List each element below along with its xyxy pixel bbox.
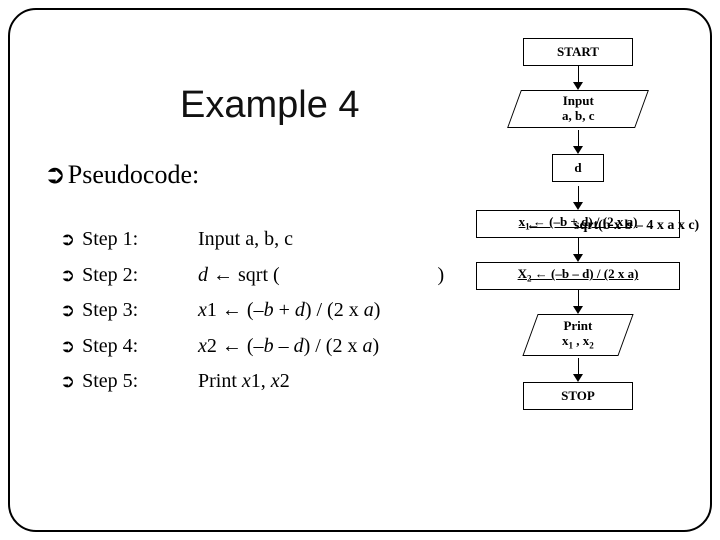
list-item: ➲ Step 5: Print x1, x2 <box>60 364 444 400</box>
bullet-icon: ➲ <box>60 330 75 362</box>
step-body: Input a, b, c <box>198 222 293 258</box>
flow-stop-text: STOP <box>561 389 595 404</box>
steps-list: ➲ Step 1: Input a, b, c ➲ Step 2: d ← sq… <box>60 222 444 400</box>
arrow-icon <box>458 290 698 314</box>
bullet-icon: ➲ <box>60 223 75 255</box>
pseudocode-heading: ➲Pseudocode: <box>44 160 199 190</box>
list-item: ➲ Step 2: d ← sqrt ( b×b−4×a×c ) <box>60 258 444 294</box>
flow-d-box: d <box>552 154 604 182</box>
step-label: Step 4: <box>82 335 138 357</box>
bullet-icon: ➲ <box>60 259 75 291</box>
flow-stop: STOP <box>523 382 633 410</box>
flow-print-l1: Print <box>564 318 593 333</box>
list-item: ➲ Step 4: x2 ← (–b – d) / (2 x a) <box>60 329 444 365</box>
step-body: x1 ← (–b + d) / (2 x a) <box>198 293 380 329</box>
heading-text: Pseudocode: <box>68 160 199 189</box>
arrow-icon <box>458 358 698 382</box>
flow-d-rhs: sqrt(b x b – 4 x a x c) <box>574 218 699 233</box>
flow-x2: X2 ← (–b – d) / (2 x a) <box>476 262 680 290</box>
bullet-icon: ➲ <box>60 365 75 397</box>
step-label: Step 5: <box>82 370 138 392</box>
step-label: Step 2: <box>82 264 138 286</box>
flow-input-l2: a, b, c <box>562 108 595 123</box>
list-item: ➲ Step 1: Input a, b, c <box>60 222 444 258</box>
step-body: x2 ← (–b – d) / (2 x a) <box>198 329 379 365</box>
bullet-icon: ➲ <box>60 294 75 326</box>
bullet-icon: ➲ <box>44 160 66 190</box>
step-body: d ← sqrt ( b×b−4×a×c ) <box>198 258 444 294</box>
arrow-icon <box>458 66 698 90</box>
step-body: Print x1, x2 <box>198 364 290 400</box>
flow-d-lhs: d <box>574 161 581 176</box>
arrow-icon <box>458 238 698 262</box>
arrow-left-icon: ← <box>526 218 540 234</box>
step-label: Step 1: <box>82 228 138 250</box>
list-item: ➲ Step 3: x1 ← (–b + d) / (2 x a) <box>60 293 444 329</box>
flow-start-text: START <box>557 45 599 60</box>
arrow-icon <box>458 186 698 210</box>
flow-start: START <box>523 38 633 66</box>
slide-title: Example 4 <box>180 84 360 127</box>
arrow-icon <box>458 130 698 154</box>
flow-x2-text: X2 ← (–b – d) / (2 x a) <box>518 267 639 284</box>
flow-input: Input a, b, c <box>507 90 649 130</box>
step-label: Step 3: <box>82 299 138 321</box>
flow-print-l2: x1 , x2 <box>562 333 594 348</box>
flow-d-rhs-overflow: ← sqrt(b x b – 4 x a x c) <box>574 218 699 234</box>
flow-input-l1: Input <box>562 93 593 108</box>
flow-print: Print x1 , x2 <box>523 314 633 358</box>
